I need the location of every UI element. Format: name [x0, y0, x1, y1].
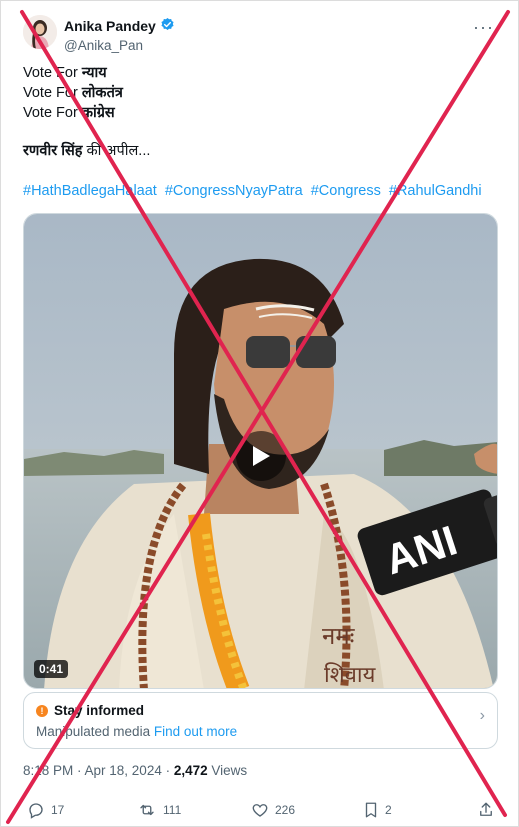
hashtag-link[interactable]: #RahulGandhi: [389, 183, 482, 199]
like-button[interactable]: 226: [251, 801, 295, 819]
find-out-more-link[interactable]: Find out more: [154, 724, 237, 739]
reply-icon: [29, 803, 43, 819]
line-emphasis: लोकतंत्र: [81, 85, 123, 101]
tweet-appeal-line: रणवीर सिंह की अपील...: [23, 141, 498, 161]
play-icon: [253, 446, 270, 466]
hashtag-link[interactable]: #HathBadlegaHalaat: [23, 183, 157, 199]
line-emphasis: न्याय: [81, 65, 107, 81]
avatar[interactable]: [23, 15, 57, 49]
action-bar: 17 111 226 2: [23, 801, 498, 823]
tweet-line-2: Vote For लोकतंत्र: [23, 83, 498, 103]
heart-icon: [252, 804, 268, 817]
repost-icon: [140, 804, 154, 816]
verified-badge-icon: [160, 17, 175, 35]
play-button[interactable]: [236, 431, 286, 481]
appeal-rest: की अपील...: [82, 143, 151, 159]
hashtag-link[interactable]: #Congress: [311, 183, 381, 199]
reply-count: 17: [51, 803, 65, 817]
tweet-line-1: Vote For न्याय: [23, 63, 498, 83]
note-body: Manipulated media Find out more: [36, 724, 237, 739]
bookmark-count: 2: [385, 803, 392, 817]
community-note[interactable]: ! Stay informed Manipulated media Find o…: [23, 692, 498, 749]
author-name-text[interactable]: Anika Pandey: [64, 18, 156, 34]
hashtag-row: #HathBadlegaHalaat #CongressNyayPatra #C…: [23, 183, 498, 199]
tweet-line-3: Vote For कांग्रेस: [23, 103, 498, 123]
note-body-text: Manipulated media: [36, 724, 151, 739]
timestamp[interactable]: 8:18 PM · Apr 18, 2024 ·: [23, 763, 174, 778]
views-label: Views: [207, 763, 248, 778]
line-prefix: Vote For: [23, 85, 82, 101]
line-emphasis: कांग्रेस: [81, 105, 115, 121]
repost-count: 111: [163, 803, 182, 817]
reply-button[interactable]: 17: [27, 801, 64, 819]
line-prefix: Vote For: [23, 105, 82, 121]
bookmark-button[interactable]: 2: [363, 801, 392, 819]
tweet-meta: 8:18 PM · Apr 18, 2024 · 2,472 Views: [23, 763, 247, 778]
tweet-header: Anika Pandey @Anika_Pan ···: [23, 13, 502, 57]
tweet-card: Anika Pandey @Anika_Pan ··· Vote For न्य…: [0, 0, 519, 827]
repost-button[interactable]: 111: [137, 801, 181, 819]
author-handle[interactable]: @Anika_Pan: [64, 38, 175, 53]
info-alert-icon: !: [36, 704, 48, 717]
placard-text-2: शिवाय: [324, 662, 377, 688]
note-title: ! Stay informed: [36, 703, 144, 718]
tweet-text: Vote For न्याय Vote For लोकतंत्र Vote Fo…: [23, 63, 498, 161]
author-names: Anika Pandey @Anika_Pan: [64, 17, 175, 53]
appeal-name: रणवीर सिंह: [23, 143, 83, 159]
video-duration: 0:41: [34, 660, 69, 678]
share-button[interactable]: [477, 801, 495, 819]
placard-text: नमः: [322, 622, 356, 650]
author-display-name[interactable]: Anika Pandey: [64, 17, 175, 35]
hashtag-link[interactable]: #CongressNyayPatra: [165, 183, 303, 199]
views-count: 2,472: [173, 763, 208, 778]
more-options-icon[interactable]: ···: [473, 17, 494, 38]
line-prefix: Vote For: [23, 65, 82, 81]
chevron-right-icon: ›: [479, 707, 485, 724]
share-icon: [480, 802, 492, 816]
like-count: 226: [275, 803, 296, 817]
note-title-text: Stay informed: [54, 703, 145, 718]
bookmark-icon: [365, 802, 377, 818]
